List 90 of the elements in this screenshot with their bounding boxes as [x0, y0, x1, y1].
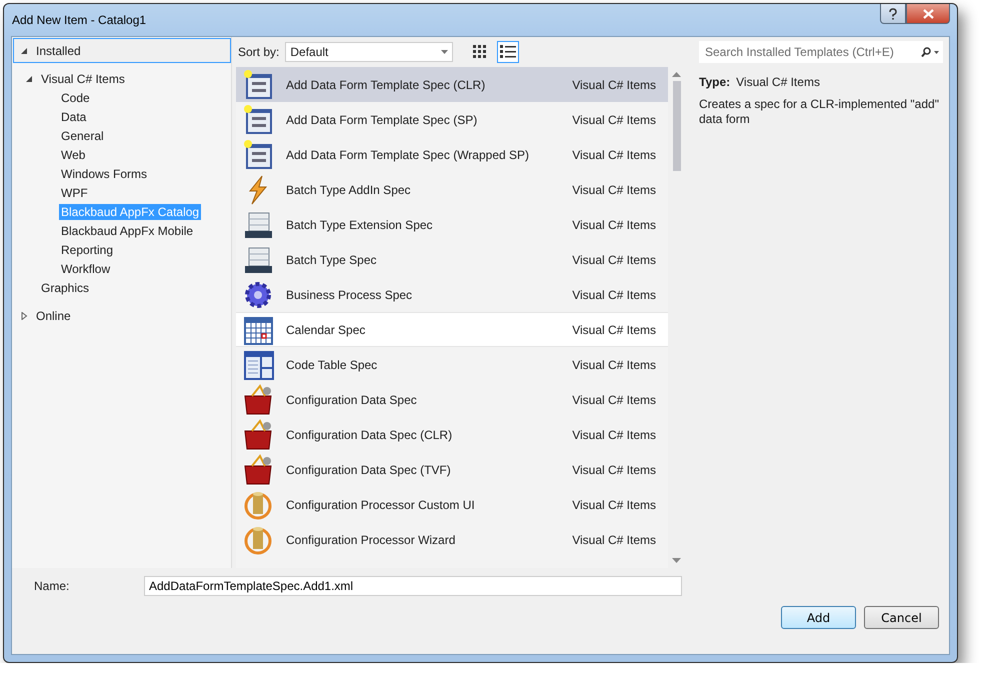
- scroll-down-icon[interactable]: [672, 558, 681, 563]
- template-type: Visual C# Items: [572, 112, 656, 126]
- scroll-thumb[interactable]: [672, 81, 680, 171]
- form-document-icon: [242, 138, 274, 170]
- template-type: Visual C# Items: [572, 358, 656, 372]
- template-type: Visual C# Items: [572, 218, 656, 232]
- template-row[interactable]: Batch Type Spec Visual C# Items: [236, 242, 668, 277]
- template-type: Visual C# Items: [572, 322, 656, 336]
- window-title: Add New Item - Catalog1: [12, 13, 146, 27]
- tree-section[interactable]: Installed: [13, 38, 231, 63]
- section-label: Online: [36, 308, 71, 322]
- name-field[interactable]: AddDataFormTemplateSpec.Add1.xml: [144, 576, 682, 596]
- tree-item[interactable]: Web: [59, 146, 88, 162]
- template-row[interactable]: Configuration Processor Custom UI Visual C# Items: [236, 487, 668, 522]
- dropdown-caret-icon: [441, 50, 448, 54]
- close-icon: [922, 8, 934, 18]
- tree-item[interactable]: General: [59, 128, 106, 144]
- template-name: Calendar Spec: [286, 322, 366, 336]
- tree-item[interactable]: Visual C# Items: [39, 70, 127, 86]
- section-label: Installed: [36, 44, 81, 58]
- template-row[interactable]: Add Data Form Template Spec (SP) Visual C# Items: [236, 102, 668, 137]
- template-name: Code Table Spec: [286, 358, 378, 372]
- template-row[interactable]: Configuration Processor Wizard Visual C# Items: [236, 522, 668, 557]
- table-list-icon: [242, 348, 274, 380]
- template-name: Configuration Data Spec (TVF): [286, 462, 452, 476]
- template-type: Visual C# Items: [572, 498, 656, 512]
- template-name: Configuration Processor Wizard: [286, 532, 456, 546]
- template-type: Visual C# Items: [572, 532, 656, 546]
- template-row[interactable]: Calendar Spec Visual C# Items: [236, 312, 668, 347]
- template-name: Business Process Spec: [286, 288, 414, 302]
- sort-label: Sort by:: [238, 45, 280, 59]
- template-row[interactable]: Configuration Data Spec Visual C# Items: [236, 382, 668, 417]
- list-view-button[interactable]: [497, 41, 520, 63]
- template-row[interactable]: Configuration Data Spec (TVF) Visual C# Items: [236, 452, 668, 487]
- form-document-icon: [242, 68, 274, 100]
- help-icon: [888, 8, 898, 20]
- sort-dropdown[interactable]: Default: [285, 42, 454, 62]
- template-type: Visual C# Items: [572, 462, 656, 476]
- template-type: Visual C# Items: [572, 392, 656, 406]
- toolbox-icon: [242, 454, 274, 486]
- toolbox-icon: [242, 384, 274, 416]
- template-type: Visual C# Items: [572, 288, 656, 302]
- template-row[interactable]: Business Process Spec Visual C# Items: [236, 277, 668, 312]
- collapsed-triangle-icon[interactable]: [20, 312, 28, 320]
- tree-item[interactable]: Graphics: [39, 280, 92, 296]
- tree-item[interactable]: Workflow: [59, 260, 112, 276]
- template-row[interactable]: Batch Type Extension Spec Visual C# Items: [236, 207, 668, 242]
- template-name: Configuration Data Spec (CLR): [286, 428, 454, 442]
- scroll-up-icon[interactable]: [672, 72, 681, 77]
- tree-item[interactable]: Data: [59, 108, 88, 124]
- form-document-icon: [242, 104, 274, 136]
- list-view-icon: [500, 45, 516, 59]
- tree-item[interactable]: WPF: [59, 184, 90, 200]
- template-type: Visual C# Items: [572, 182, 656, 196]
- toolbox-icon: [242, 418, 274, 450]
- tree-item[interactable]: Code: [59, 90, 92, 106]
- tree-item[interactable]: Windows Forms: [59, 166, 150, 182]
- template-description: Creates a spec for a CLR-implemented "add" data form: [699, 97, 940, 127]
- template-name: Add Data Form Template Spec (Wrapped SP): [286, 148, 530, 162]
- expanded-triangle-icon[interactable]: [20, 46, 28, 54]
- type-value: Visual C# Items: [736, 75, 820, 89]
- tree-section[interactable]: Online: [13, 303, 231, 328]
- search-field[interactable]: Search Installed Templates (Ctrl+E): [699, 41, 943, 63]
- add-button[interactable]: Add: [781, 606, 856, 629]
- help-button[interactable]: [880, 4, 906, 24]
- template-name: Batch Type Extension Spec: [286, 218, 434, 232]
- template-row[interactable]: Add Data Form Template Spec (CLR) Visual C# Items: [236, 67, 668, 102]
- type-label: Type:: [699, 75, 730, 89]
- template-type: Visual C# Items: [572, 148, 656, 162]
- template-type: Visual C# Items: [572, 78, 656, 92]
- template-name: Batch Type Spec: [286, 252, 378, 266]
- template-name: Configuration Data Spec: [286, 392, 418, 406]
- close-button[interactable]: [906, 4, 950, 24]
- template-name: Add Data Form Template Spec (CLR): [286, 78, 486, 92]
- name-label: Name:: [34, 579, 70, 593]
- cancel-button[interactable]: Cancel: [864, 606, 939, 629]
- template-row[interactable]: Code Table Spec Visual C# Items: [236, 347, 668, 382]
- template-row[interactable]: Batch Type AddIn Spec Visual C# Items: [236, 172, 668, 207]
- search-icon: [921, 47, 939, 57]
- template-row[interactable]: Add Data Form Template Spec (Wrapped SP) Visual C# Items: [236, 137, 668, 172]
- template-name: Configuration Processor Custom UI: [286, 498, 476, 512]
- grid-view-icon: [473, 45, 488, 59]
- template-name: Add Data Form Template Spec (SP): [286, 112, 478, 126]
- template-name: Batch Type AddIn Spec: [286, 182, 412, 196]
- template-type: Visual C# Items: [572, 428, 656, 442]
- template-row[interactable]: Configuration Data Spec (CLR) Visual C# Items: [236, 417, 668, 452]
- expanded-triangle-icon[interactable]: [25, 74, 33, 82]
- tree-item[interactable]: Blackbaud AppFx Mobile: [59, 222, 196, 238]
- tree-item[interactable]: Reporting: [59, 242, 116, 258]
- template-type: Visual C# Items: [572, 252, 656, 266]
